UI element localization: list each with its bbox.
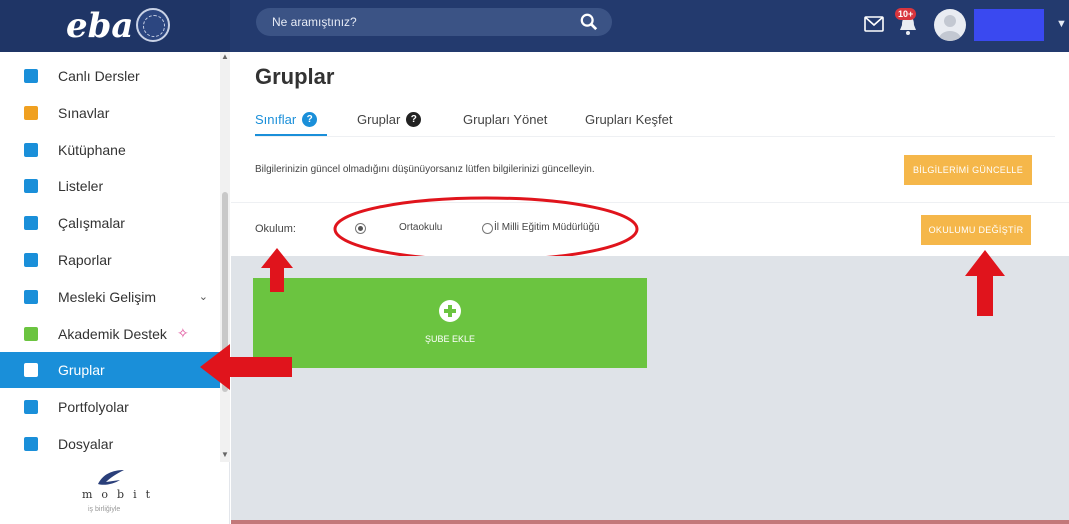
change-school-button[interactable]: OKULUMU DEĞİŞTİR <box>921 215 1031 245</box>
logo-area: eba <box>0 0 230 52</box>
scroll-up-icon[interactable]: ▲ <box>221 52 229 61</box>
scroll-down-icon[interactable]: ▼ <box>221 450 229 459</box>
sidebar-item-label: Portfolyolar <box>58 399 129 416</box>
page-title: Gruplar <box>255 64 335 89</box>
users-icon <box>24 363 38 378</box>
notification-badge: 10+ <box>895 8 917 20</box>
sidebar-item-sınavlar[interactable]: Sınavlar <box>0 95 220 131</box>
mobit-logo-icon <box>98 470 124 485</box>
search-list-icon <box>24 216 38 231</box>
sidebar-item-portfolyolar[interactable]: Portfolyolar <box>0 389 220 425</box>
tab-label: Grupları Yönet <box>463 112 548 127</box>
sidebar-scrollbar[interactable]: ▲ ▼ <box>220 52 230 462</box>
ministry-seal-icon <box>136 8 170 42</box>
tabs-divider <box>255 136 1055 137</box>
tab-gruplar[interactable]: Gruplar ? <box>357 112 422 127</box>
top-bar: eba Ne aramıştınız? 10+ ▼ <box>0 0 1069 52</box>
video-icon <box>24 69 38 83</box>
avatar[interactable] <box>934 9 966 41</box>
sidebar-item-label: Dosyalar <box>58 436 114 452</box>
graduation-cap-icon <box>24 289 38 304</box>
sidebar-item-label: Raporlar <box>58 252 112 268</box>
sidebar-item-dosyalar[interactable]: Dosyalar <box>0 426 220 462</box>
pie-chart-icon <box>24 253 38 267</box>
sidebar-item-listeler[interactable]: Listeler <box>0 168 220 204</box>
tab-label: Grupları Keşfet <box>585 112 673 127</box>
groups-area: ŞUBE EKLE <box>231 256 1069 524</box>
list-icon <box>24 179 38 194</box>
sidebar-item-canlı-dersler[interactable]: Canlı Dersler <box>0 58 220 94</box>
mobit-brand: mobit <box>82 488 160 501</box>
sidebar-item-label: Akademik Destek <box>58 325 167 342</box>
mobit-subtext: iş birliğiyle <box>88 506 121 513</box>
sidebar-item-raporlar[interactable]: Raporlar <box>0 242 220 278</box>
annotation-ellipse <box>333 196 639 262</box>
bar-chart-icon <box>24 326 38 341</box>
sidebar-item-label: Sınavlar <box>58 104 110 121</box>
plus-circle-icon[interactable] <box>439 300 461 322</box>
tab-label: Gruplar <box>357 112 401 127</box>
school-label: Okulum: <box>255 223 296 235</box>
sidebar-item-label: Canlı Dersler <box>58 68 140 84</box>
tab-siniflar[interactable]: Sınıflar ? <box>255 112 318 127</box>
sidebar-item-label: Listeler <box>58 178 104 195</box>
main-content: Gruplar Sınıflar ? Gruplar ? Grupları Yö… <box>231 52 1069 524</box>
tab-gruplari-yonet[interactable]: Grupları Yönet <box>463 112 547 127</box>
search-bar[interactable]: Ne aramıştınız? <box>256 8 612 36</box>
user-folder-icon <box>24 400 38 415</box>
sidebar-item-label: Kütüphane <box>58 141 126 158</box>
sidebar-item-label: Mesleki Gelişim <box>58 288 157 305</box>
update-info-button[interactable]: BİLGİLERİMİ GÜNCELLE <box>904 155 1032 185</box>
eba-logo[interactable]: eba <box>66 6 133 46</box>
mail-icon[interactable] <box>864 16 884 32</box>
sidebar-item-label: Gruplar <box>58 362 105 379</box>
add-class-label[interactable]: ŞUBE EKLE <box>253 334 647 344</box>
sparkle-cursor-icon: ✧ <box>176 325 189 342</box>
sidebar-item-label: Çalışmalar <box>58 215 125 232</box>
sidebar-item-mesleki-gelişim[interactable]: Mesleki Gelişim ⌄ <box>0 279 220 315</box>
user-name-redacted[interactable] <box>974 9 1044 41</box>
help-icon[interactable]: ? <box>302 112 318 127</box>
add-class-card[interactable]: ŞUBE EKLE <box>253 278 647 368</box>
mobit-footer: mobit iş birliğiyle <box>0 464 220 524</box>
chevron-down-icon[interactable]: ⌄ <box>199 290 208 303</box>
annotation-arrow-up-icon <box>965 250 1005 316</box>
search-input[interactable]: Ne aramıştınız? <box>272 15 357 29</box>
chevron-down-icon[interactable]: ▼ <box>1056 18 1067 30</box>
search-icon[interactable] <box>580 13 598 31</box>
annotation-arrow-up-icon <box>261 248 293 292</box>
tab-label: Sınıflar <box>255 112 297 127</box>
sidebar-item-çalışmalar[interactable]: Çalışmalar <box>0 205 220 241</box>
sidebar-item-kütüphane[interactable]: Kütüphane <box>0 132 220 168</box>
info-message: Bilgilerinizin güncel olmadığını düşünüy… <box>255 164 595 175</box>
sidebar-item-akademik-destek[interactable]: Akademik Destek ✧ <box>0 316 220 352</box>
tab-gruplari-kesfet[interactable]: Grupları Keşfet <box>585 112 672 127</box>
bottom-edge <box>231 520 1069 524</box>
pencil-icon <box>24 105 38 120</box>
folder-icon <box>24 437 38 451</box>
sidebar: ▲ ▼ mobit iş birliğiyle Canlı Dersler Sın… <box>0 52 230 524</box>
annotation-arrow-left-icon <box>200 344 292 390</box>
active-tab-indicator <box>255 134 327 136</box>
book-icon <box>24 142 38 157</box>
help-icon[interactable]: ? <box>406 112 422 127</box>
sidebar-item-gruplar[interactable]: Gruplar <box>0 352 220 389</box>
